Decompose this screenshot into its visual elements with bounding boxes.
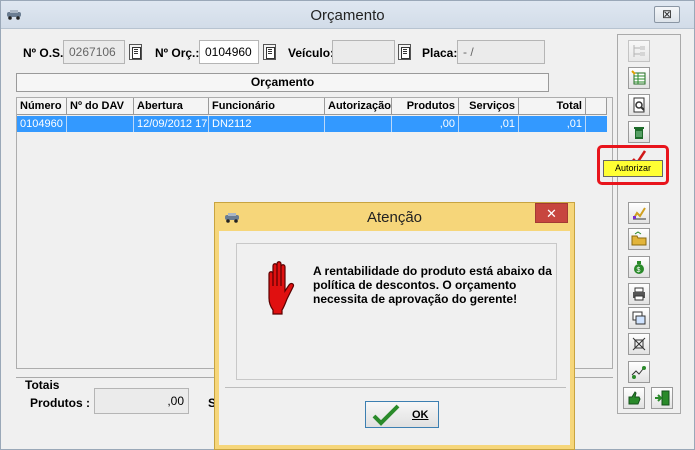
col-header-numero[interactable]: Número <box>17 98 67 115</box>
delete-button[interactable] <box>628 121 650 143</box>
print-button[interactable] <box>628 283 650 305</box>
trash-icon <box>634 127 644 139</box>
tree-view-icon <box>633 45 645 57</box>
open-folder-button[interactable] <box>628 228 650 250</box>
action-toolbar: $ <box>617 34 681 414</box>
copy-windows-icon <box>632 311 646 325</box>
cell-funcionario: DN2112 <box>209 116 325 132</box>
dialog-body: A rentabilidade do produto está abaixo d… <box>225 231 566 443</box>
folder-open-icon <box>631 231 647 246</box>
orcamento-section-label: Orçamento <box>16 73 549 92</box>
tree-view-button[interactable] <box>628 40 650 62</box>
col-header-autorizacao[interactable]: Autorização <box>325 98 392 115</box>
cell-servicos: ,01 <box>459 116 519 132</box>
attention-dialog: Atenção ✕ A rentabilidade do produto est… <box>214 202 575 450</box>
col-header-dav[interactable]: Nº do DAV <box>67 98 134 115</box>
dialog-title: Atenção <box>366 209 423 226</box>
ok-button[interactable]: OK <box>365 401 439 428</box>
window-close-button[interactable]: ⊠ <box>654 6 680 23</box>
cell-abertura: 12/09/2012 17: <box>134 116 209 132</box>
exit-door-icon <box>655 390 670 406</box>
col-header-total[interactable]: Total <box>519 98 586 115</box>
chart-button[interactable] <box>628 202 650 224</box>
col-header-funcionario[interactable]: Funcionário <box>209 98 325 115</box>
chart-icon <box>633 207 646 220</box>
grid-list-icon <box>631 70 646 85</box>
cell-dav <box>67 116 134 132</box>
thumb-button[interactable] <box>623 387 645 409</box>
window-title: Orçamento <box>310 7 385 24</box>
search-document-button[interactable] <box>628 94 650 116</box>
dialog-title-bar: Atenção ✕ <box>215 203 574 231</box>
table-row[interactable]: 0104960 12/09/2012 17: DN2112 ,00 ,01 ,0… <box>17 116 607 132</box>
orc-field[interactable]: 0104960 <box>199 40 259 64</box>
veiculo-field[interactable] <box>332 40 395 64</box>
os-field[interactable]: 0267106 <box>63 40 125 64</box>
produtos-total-field: ,00 <box>94 388 189 414</box>
copy-button[interactable] <box>628 307 650 329</box>
cell-autorizacao <box>325 116 392 132</box>
cell-numero: 0104960 <box>17 116 67 132</box>
transfer-icon <box>631 366 646 379</box>
split-button[interactable] <box>628 333 650 355</box>
dialog-message: A rentabilidade do produto está abaixo d… <box>313 264 552 306</box>
stop-hand-icon <box>268 261 295 315</box>
search-document-icon <box>633 97 645 113</box>
os-label: Nº O.S.: <box>23 46 68 60</box>
thumb-icon <box>628 391 641 405</box>
cell-produtos: ,00 <box>392 116 459 132</box>
message-box: A rentabilidade do produto está abaixo d… <box>236 243 557 380</box>
col-header-servicos[interactable]: Serviços <box>459 98 519 115</box>
os-lookup-button[interactable] <box>129 44 142 60</box>
authorize-tooltip: Autorizar <box>603 160 663 177</box>
check-icon <box>372 404 400 426</box>
exit-button[interactable] <box>651 387 673 409</box>
svg-text:$: $ <box>637 267 641 274</box>
transfer-button[interactable] <box>628 361 650 383</box>
money-bag-icon: $ <box>634 261 644 274</box>
placa-label: Placa: <box>422 46 458 60</box>
orc-lookup-button[interactable] <box>263 44 276 60</box>
veiculo-lookup-button[interactable] <box>398 44 411 60</box>
cell-total: ,01 <box>519 116 586 132</box>
main-window: Orçamento ⊠ Nº O.S.: 0267106 Nº Orç.: 01… <box>0 0 695 450</box>
totais-title: Totais <box>25 378 60 392</box>
printer-icon <box>633 287 645 301</box>
dialog-separator <box>225 387 566 388</box>
orc-label: Nº Orç.: <box>155 46 200 60</box>
col-header-abertura[interactable]: Abertura <box>134 98 209 115</box>
money-button[interactable]: $ <box>628 256 650 278</box>
col-header-extra <box>586 98 607 115</box>
produtos-total-label: Produtos : <box>30 396 90 410</box>
split-icon <box>632 337 646 351</box>
col-header-produtos[interactable]: Produtos <box>392 98 459 115</box>
grid-list-button[interactable] <box>628 67 650 89</box>
title-bar: Orçamento ⊠ <box>1 1 694 29</box>
placa-field[interactable]: - / <box>457 40 545 64</box>
ok-label: OK <box>412 409 429 421</box>
dialog-close-button[interactable]: ✕ <box>535 203 568 223</box>
veiculo-label: Veículo: <box>288 46 335 60</box>
